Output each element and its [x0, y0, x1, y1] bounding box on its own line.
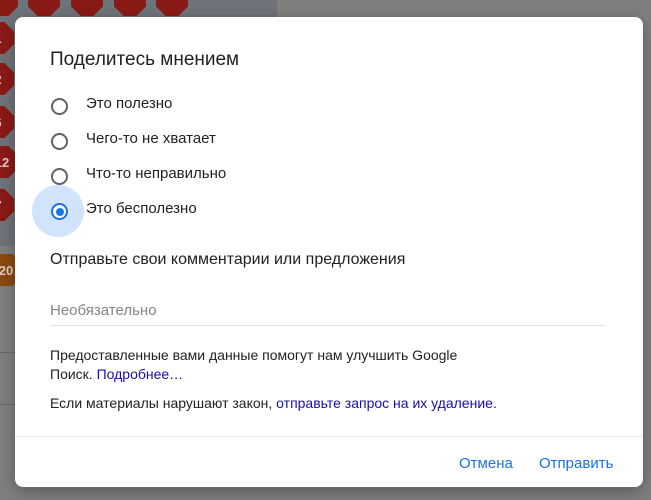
legal-text: Если материалы нарушают закон, отправьте…: [50, 395, 610, 411]
learn-more-link[interactable]: Подробнее…: [97, 366, 184, 382]
option-label: Что-то неправильно: [86, 165, 227, 182]
legal-period: .: [492, 395, 497, 411]
option-incorrect[interactable]: Что-то неправильно: [35, 161, 435, 191]
option-label: Чего-то не хватает: [86, 130, 216, 147]
option-useless[interactable]: Это бесполезно: [32, 185, 435, 237]
submit-button[interactable]: Отправить: [539, 455, 613, 472]
radio-button-selected[interactable]: [51, 203, 68, 220]
info-text: Предоставленные вами данные помогут нам …: [50, 346, 470, 384]
option-useful[interactable]: Это полезно: [35, 91, 435, 121]
radio-button[interactable]: [51, 168, 68, 185]
legal-message: Если материалы нарушают закон,: [50, 395, 273, 411]
radio-button[interactable]: [51, 133, 68, 150]
comment-input[interactable]: [50, 295, 605, 326]
feedback-dialog: Поделитесь мнением Это полезно Чего-то н…: [15, 17, 643, 487]
removal-request-link[interactable]: отправьте запрос на их удаление: [276, 395, 493, 411]
comment-title: Отправьте свои комментарии или предложен…: [50, 251, 406, 268]
option-label: Это бесполезно: [86, 200, 197, 217]
cancel-button[interactable]: Отмена: [459, 455, 513, 472]
dialog-title: Поделитесь мнением: [50, 49, 240, 70]
option-label: Это полезно: [86, 95, 173, 112]
dialog-divider: [15, 436, 643, 437]
radio-button[interactable]: [51, 98, 68, 115]
option-missing[interactable]: Чего-то не хватает: [35, 126, 435, 156]
